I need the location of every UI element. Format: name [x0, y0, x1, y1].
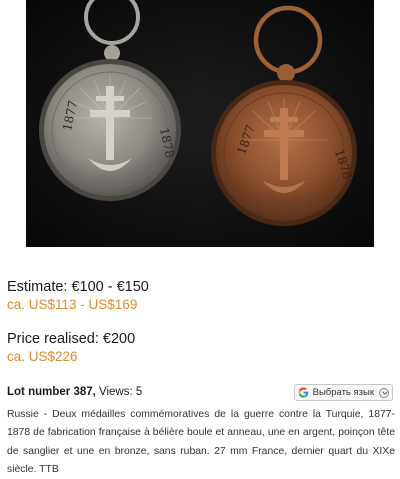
lot-number: Lot number 387,	[7, 386, 96, 398]
language-select-label: Выбрать язык	[312, 387, 374, 398]
price-realised-usd: ca. US$226	[7, 349, 78, 364]
medals-image: 1877 1878 1877 1878	[26, 0, 374, 247]
chevron-down-icon	[379, 387, 389, 398]
estimate-usd: ca. US$113 - US$169	[7, 297, 138, 312]
estimate-eur: Estimate: €100 - €150	[7, 279, 149, 295]
lot-description: Russie - Deux médailles commémoratives d…	[7, 409, 395, 476]
lot-page: 1877 1878 1877 1878 Estimate: €100 - €15…	[0, 0, 400, 479]
price-realised-section: Price realised: €200 ca. US$226	[7, 330, 135, 365]
google-g-icon	[298, 387, 308, 398]
lot-info: Lot number 387, Views: 5	[7, 386, 142, 398]
language-select-button[interactable]: Выбрать язык	[293, 384, 393, 401]
lot-info-row: Lot number 387, Views: 5 Выбрать язык	[7, 384, 393, 402]
estimate-section: Estimate: €100 - €150 ca. US$113 - US$16…	[7, 278, 149, 313]
price-realised-eur: Price realised: €200	[7, 331, 136, 347]
lot-photo[interactable]: 1877 1878 1877 1878	[26, 0, 374, 247]
lot-views: Views: 5	[95, 386, 143, 398]
